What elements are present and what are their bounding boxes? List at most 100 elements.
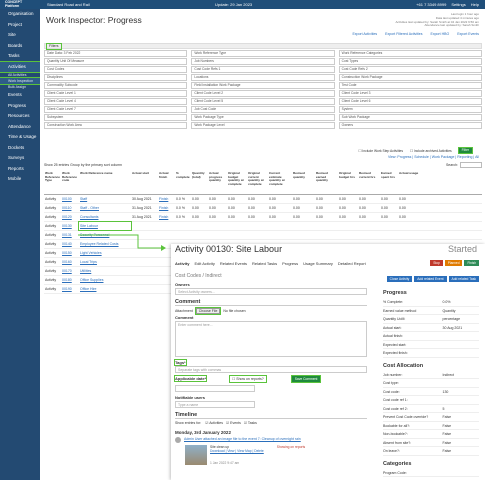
filter-field[interactable]: Client Code Level 2 xyxy=(191,90,335,97)
search-input[interactable] xyxy=(460,162,482,168)
table-cell[interactable]: 00100 xyxy=(61,195,79,203)
filter-field[interactable]: Work Reference Type xyxy=(191,50,335,57)
filter-button[interactable]: Filter xyxy=(457,147,474,154)
table-cell[interactable]: Office Hire xyxy=(79,285,131,293)
table-cell[interactable]: Finish xyxy=(158,195,175,203)
table-cell[interactable]: 00120 xyxy=(61,213,79,221)
filter-field[interactable]: Client Code Level 3 xyxy=(338,90,482,97)
filter-field[interactable]: Cost Codes xyxy=(44,66,188,73)
filters-bar[interactable]: Filters xyxy=(44,43,482,50)
column-header[interactable]: Actual progress quantity xyxy=(208,171,227,194)
tab-activity[interactable]: Activity xyxy=(175,261,189,266)
top-menu-item[interactable]: +61 7 3349 8999 xyxy=(416,2,446,7)
comment-textarea[interactable]: Enter comment here... xyxy=(175,321,367,357)
notifiable-input[interactable]: Type a name xyxy=(175,401,255,408)
include-archived-checkbox[interactable]: ☐ Include archived Activities xyxy=(410,149,452,153)
filter-field[interactable]: Client Code Level 1 xyxy=(44,90,188,97)
filter-field[interactable]: Client Code Level 5 xyxy=(191,98,335,105)
column-header[interactable]: Quantity (total) xyxy=(191,171,208,194)
show-on-reports-checkbox[interactable]: ☐ Show on reports? xyxy=(229,375,267,383)
applicable-date-input[interactable] xyxy=(175,385,255,392)
timeline-option-checkbox[interactable]: ☑ Tasks xyxy=(244,421,257,425)
image-links[interactable]: Download | View | View Map | Delete xyxy=(210,449,264,453)
table-cell[interactable]: Consultants xyxy=(79,213,131,221)
tab-related-tasks[interactable]: Related Tasks xyxy=(252,261,277,266)
sidebar-item[interactable]: Attendance xyxy=(0,122,40,133)
column-header[interactable]: Work Reference name xyxy=(79,171,131,194)
filter-field[interactable]: Subsystem xyxy=(44,114,188,121)
table-cell[interactable]: Local Trips xyxy=(79,258,131,266)
table-cell[interactable]: Site Labour xyxy=(78,221,132,231)
tab-progress[interactable]: Progress xyxy=(282,261,298,266)
filter-field[interactable]: Client Code Level 4 xyxy=(44,98,188,105)
sidebar-item[interactable]: Boards xyxy=(0,41,40,52)
table-cell[interactable]: Staff xyxy=(79,195,131,203)
top-menu-item[interactable]: Help xyxy=(471,2,479,7)
filter-field[interactable]: Construction Work Area xyxy=(44,122,188,129)
table-cell[interactable] xyxy=(158,222,175,230)
column-header[interactable]: Current estimate quantity at complete xyxy=(268,171,292,194)
filter-field[interactable]: Client Code Level 7 xyxy=(44,106,188,113)
sidebar-item[interactable]: Activities xyxy=(0,60,41,73)
include-step-checkbox[interactable]: ☐ Include Work Step Activities xyxy=(359,149,404,153)
filter-field[interactable]: Owners xyxy=(338,122,482,129)
export-link[interactable]: Export Activities xyxy=(352,32,377,36)
table-row[interactable]: Activity 00120 Consultants 31 Aug 2021 Finis… xyxy=(44,213,482,222)
filter-field[interactable]: Cost Code Refs 1 xyxy=(191,66,335,73)
sidebar-item[interactable]: Surveys xyxy=(0,153,40,164)
action-button[interactable]: Add related Task xyxy=(448,276,479,282)
tab-detailed-report[interactable]: Detailed Report xyxy=(338,261,366,266)
column-header[interactable]: Revised current hrs xyxy=(358,171,380,194)
column-header[interactable]: Actual start xyxy=(131,171,158,194)
column-header[interactable]: Work Reference Type xyxy=(44,171,61,194)
planned-button[interactable]: Planned xyxy=(444,260,463,266)
timeline-option-checkbox[interactable]: ☑ Activities xyxy=(205,421,223,425)
filter-field[interactable]: Locations xyxy=(191,74,335,81)
finish-button[interactable]: Finish xyxy=(464,260,479,266)
filter-field[interactable]: Quantity Unit Of Measure xyxy=(44,58,188,65)
tags-input[interactable]: Separate tags with commas xyxy=(175,366,367,373)
action-button[interactable]: Add related Event xyxy=(414,276,447,282)
table-cell[interactable]: 00180 xyxy=(61,276,79,284)
sidebar-item[interactable]: Progress xyxy=(0,101,40,112)
filter-field[interactable]: Work Package Type xyxy=(191,114,335,121)
filter-field[interactable]: Client Code Level 6 xyxy=(338,98,482,105)
filter-field[interactable]: System xyxy=(338,106,482,113)
view-switcher[interactable]: View: Progress | Schedule | Work Package… xyxy=(388,155,479,159)
sidebar-item[interactable]: Dockets xyxy=(0,143,40,154)
tab-usage-summary[interactable]: Usage Summary xyxy=(303,261,333,266)
sidebar-item[interactable]: Events xyxy=(0,90,40,101)
table-row[interactable]: Activity 00100 Staff 30 Aug 2021 Finish 0.0 %… xyxy=(44,195,482,204)
table-cell[interactable]: 00160 xyxy=(61,258,79,266)
table-cell[interactable]: 00131 xyxy=(61,231,79,239)
table-cell[interactable]: 00140 xyxy=(61,240,79,248)
table-cell[interactable]: Finish xyxy=(158,213,175,221)
export-link[interactable]: Export Filtered Activities xyxy=(385,32,422,36)
column-header[interactable]: Original budget hrs xyxy=(338,171,358,194)
column-header[interactable]: Original budget quantity at complete xyxy=(227,171,247,194)
filter-field[interactable]: Construction Work Package xyxy=(338,74,482,81)
save-comment-button[interactable]: Save Comment xyxy=(290,375,322,383)
choose-file-button[interactable]: Choose File xyxy=(194,307,222,315)
filter-field[interactable]: Test Code xyxy=(338,82,482,89)
sidebar-item[interactable]: Project xyxy=(0,20,40,31)
stop-button[interactable]: Stop xyxy=(430,260,443,266)
filter-field[interactable]: Field Installation Work Package xyxy=(191,82,335,89)
filter-field[interactable]: Date Data: 3 Feb 2022 xyxy=(44,50,188,57)
column-header[interactable]: Earned spent hrs xyxy=(380,171,398,194)
filter-field[interactable]: Cost Types xyxy=(338,58,482,65)
filter-field[interactable]: Work Reference Categories xyxy=(338,50,482,57)
filter-field[interactable]: Job Numbers xyxy=(191,58,335,65)
owners-select[interactable]: Select Activity owners... xyxy=(175,288,367,295)
top-menu-item[interactable]: Settings xyxy=(451,2,465,7)
table-cell[interactable]: 00190 xyxy=(61,285,79,293)
sidebar-item[interactable]: Resources xyxy=(0,111,40,122)
column-header[interactable]: Revised earned quantity xyxy=(315,171,338,194)
filter-field[interactable]: Commodity Subcode xyxy=(44,82,188,89)
table-cell[interactable]: Utilities xyxy=(79,267,131,275)
filters-toggle[interactable]: Filters xyxy=(46,43,62,50)
filter-field[interactable]: Work Package Level xyxy=(191,122,335,129)
column-header[interactable]: Actual usage xyxy=(398,171,438,194)
attached-image-thumbnail[interactable] xyxy=(185,445,207,465)
sidebar-item[interactable]: Site xyxy=(0,30,40,41)
